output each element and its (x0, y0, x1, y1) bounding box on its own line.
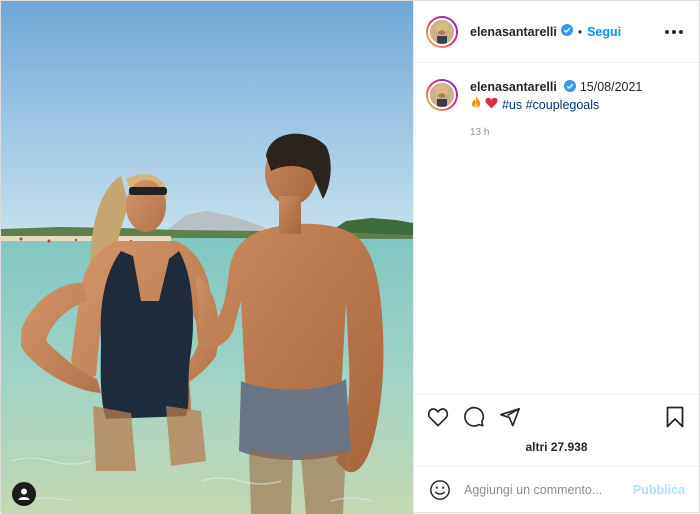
action-bar (414, 394, 699, 438)
follow-button[interactable]: Segui (587, 25, 621, 39)
heart-emoji-icon (485, 97, 501, 112)
likes-count[interactable]: altri 27.938 (414, 438, 699, 466)
paper-plane-icon[interactable] (496, 403, 524, 431)
post-time: 13 h (470, 126, 490, 138)
separator-dot: • (577, 24, 583, 39)
comment-bubble-icon[interactable] (460, 403, 488, 431)
publish-button[interactable]: Pubblica (633, 483, 685, 497)
caption: elenasantarelli 15/08/2021 #us #couplego… (426, 79, 687, 141)
comments-section: elenasantarelli 15/08/2021 #us #couplego… (414, 63, 699, 394)
verified-badge-icon (564, 79, 577, 96)
instagram-post: elenasantarelli • Segui elenasantarelli (0, 0, 700, 514)
heart-icon[interactable] (424, 403, 452, 431)
post-side-panel: elenasantarelli • Segui elenasantarelli (413, 1, 699, 512)
caption-username-link[interactable]: elenasantarelli (470, 80, 557, 94)
caption-date: 15/08/2021 (579, 80, 643, 94)
fire-emoji-icon (470, 95, 485, 112)
username-link[interactable]: elenasantarelli (470, 25, 557, 39)
bookmark-icon[interactable] (661, 403, 689, 431)
post-header: elenasantarelli • Segui (414, 1, 699, 63)
user-tag-icon[interactable] (12, 482, 36, 506)
emoji-icon[interactable] (428, 478, 452, 502)
add-comment-bar: Pubblica (414, 466, 699, 512)
comment-input[interactable] (464, 482, 633, 497)
hashtag-link[interactable]: #couplegoals (526, 98, 600, 112)
verified-badge-icon (560, 24, 573, 39)
hashtag-link[interactable]: #us (502, 98, 522, 112)
caption-avatar[interactable] (426, 79, 458, 111)
beach-couple-image (1, 1, 413, 514)
avatar[interactable] (426, 15, 458, 48)
post-photo[interactable] (1, 1, 413, 514)
more-options-icon[interactable] (661, 26, 687, 38)
